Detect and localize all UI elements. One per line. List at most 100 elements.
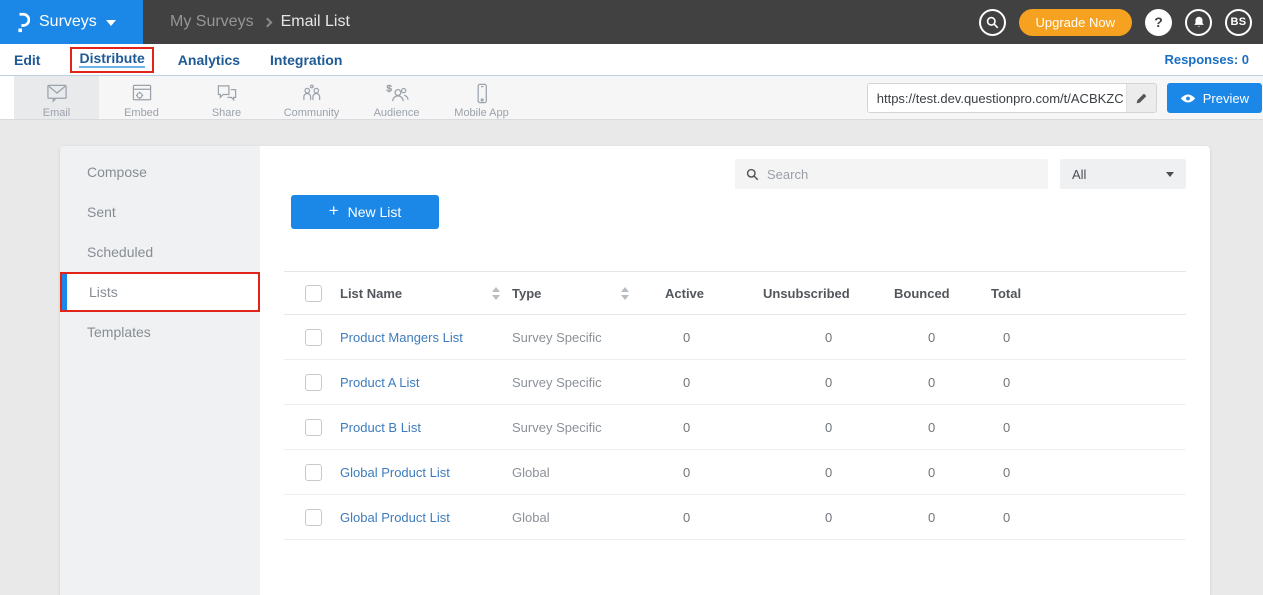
share-icon bbox=[215, 83, 239, 104]
email-lists-panel: Compose Sent Scheduled Lists Templates bbox=[60, 146, 1210, 595]
new-list-label: New List bbox=[348, 204, 402, 220]
bounced-count: 0 bbox=[894, 375, 991, 390]
list-type-filter[interactable]: All bbox=[1060, 159, 1186, 189]
list-name-link[interactable]: Product A List bbox=[340, 375, 420, 390]
sidebar-item-scheduled[interactable]: Scheduled bbox=[60, 232, 260, 272]
audience-icon: $ bbox=[384, 83, 410, 104]
sidebar-item-compose-label: Compose bbox=[87, 164, 147, 180]
breadcrumb-current: Email List bbox=[281, 13, 350, 31]
chevron-down-icon bbox=[106, 20, 116, 26]
unsubscribed-count: 0 bbox=[763, 420, 894, 435]
tool-community[interactable]: Community bbox=[269, 76, 354, 119]
bounced-count: 0 bbox=[894, 510, 991, 525]
row-checkbox[interactable] bbox=[305, 329, 322, 346]
tool-email[interactable]: Email bbox=[14, 76, 99, 119]
sidebar-item-lists[interactable]: Lists bbox=[60, 272, 260, 312]
breadcrumb-separator-icon bbox=[262, 18, 272, 28]
edit-url-button[interactable] bbox=[1126, 84, 1156, 112]
svg-text:$: $ bbox=[386, 84, 392, 95]
help-button[interactable]: ? bbox=[1145, 9, 1172, 36]
unsubscribed-count: 0 bbox=[763, 465, 894, 480]
active-count: 0 bbox=[665, 420, 763, 435]
total-count: 0 bbox=[991, 420, 1186, 435]
email-sidebar: Compose Sent Scheduled Lists Templates bbox=[60, 146, 260, 595]
user-avatar[interactable]: BS bbox=[1225, 9, 1252, 36]
search-button[interactable] bbox=[979, 9, 1006, 36]
row-checkbox[interactable] bbox=[305, 374, 322, 391]
total-count: 0 bbox=[991, 375, 1186, 390]
table-row: Product A List Survey Specific 0 0 0 0 bbox=[284, 360, 1186, 405]
select-all-checkbox[interactable] bbox=[305, 285, 322, 302]
search-input[interactable] bbox=[767, 167, 1037, 182]
tool-email-label: Email bbox=[43, 107, 71, 119]
total-count: 0 bbox=[991, 330, 1186, 345]
row-checkbox[interactable] bbox=[305, 419, 322, 436]
table-row: Product Mangers List Survey Specific 0 0… bbox=[284, 315, 1186, 360]
survey-nav-tabs: Edit Distribute Analytics Integration Re… bbox=[0, 44, 1263, 76]
tab-distribute[interactable]: Distribute bbox=[79, 50, 144, 68]
new-list-button[interactable]: + New List bbox=[291, 195, 439, 229]
top-header: Surveys My Surveys Email List Upgrade No… bbox=[0, 0, 1263, 44]
questionpro-logo-icon bbox=[15, 11, 30, 34]
distribute-annotation-box: Distribute bbox=[70, 47, 153, 73]
pencil-icon bbox=[1135, 92, 1148, 105]
product-switcher[interactable]: Surveys bbox=[0, 0, 143, 44]
active-count: 0 bbox=[665, 465, 763, 480]
list-name-link[interactable]: Product B List bbox=[340, 420, 421, 435]
tool-share[interactable]: Share bbox=[184, 76, 269, 119]
header-actions: Upgrade Now ? BS bbox=[979, 9, 1263, 36]
unsubscribed-count: 0 bbox=[763, 510, 894, 525]
list-type: Global bbox=[512, 465, 550, 480]
list-name-link[interactable]: Global Product List bbox=[340, 510, 450, 525]
mobile-app-icon bbox=[470, 83, 494, 104]
tool-embed-label: Embed bbox=[124, 107, 159, 119]
list-name-link[interactable]: Product Mangers List bbox=[340, 330, 463, 345]
email-icon bbox=[45, 83, 69, 104]
row-checkbox[interactable] bbox=[305, 464, 322, 481]
list-type-filter-value: All bbox=[1072, 167, 1086, 182]
toolbar-right-actions: Preview bbox=[867, 83, 1262, 113]
column-bounced: Bounced bbox=[894, 286, 991, 301]
column-active: Active bbox=[665, 286, 763, 301]
active-count: 0 bbox=[665, 510, 763, 525]
survey-url-input[interactable] bbox=[868, 84, 1126, 112]
active-count: 0 bbox=[665, 375, 763, 390]
column-list-name: List Name bbox=[340, 286, 402, 301]
bounced-count: 0 bbox=[894, 420, 991, 435]
search-icon bbox=[746, 168, 759, 181]
row-checkbox[interactable] bbox=[305, 509, 322, 526]
responses-count[interactable]: Responses: 0 bbox=[1164, 52, 1249, 67]
bounced-count: 0 bbox=[894, 465, 991, 480]
product-name: Surveys bbox=[39, 13, 97, 31]
tab-edit[interactable]: Edit bbox=[14, 52, 40, 68]
column-unsubscribed: Unsubscribed bbox=[763, 286, 894, 301]
sidebar-item-scheduled-label: Scheduled bbox=[87, 244, 153, 260]
bell-icon bbox=[1192, 15, 1206, 29]
upgrade-now-button[interactable]: Upgrade Now bbox=[1019, 9, 1133, 36]
sidebar-item-templates-label: Templates bbox=[87, 324, 151, 340]
survey-url-box bbox=[867, 83, 1157, 113]
tool-audience[interactable]: $ Audience bbox=[354, 76, 439, 119]
list-type: Survey Specific bbox=[512, 420, 602, 435]
tool-embed[interactable]: Embed bbox=[99, 76, 184, 119]
breadcrumb-parent[interactable]: My Surveys bbox=[170, 13, 254, 31]
tool-mobile-app[interactable]: Mobile App bbox=[439, 76, 524, 119]
sort-icon[interactable] bbox=[492, 287, 500, 300]
sidebar-item-sent[interactable]: Sent bbox=[60, 192, 260, 232]
list-type: Global bbox=[512, 510, 550, 525]
sidebar-item-templates[interactable]: Templates bbox=[60, 312, 260, 352]
lists-table: List Name Type Active Unsubscribed Bounc… bbox=[284, 271, 1186, 540]
list-name-link[interactable]: Global Product List bbox=[340, 465, 450, 480]
list-type: Survey Specific bbox=[512, 330, 602, 345]
preview-button[interactable]: Preview bbox=[1167, 83, 1262, 113]
tab-integration[interactable]: Integration bbox=[270, 52, 342, 68]
sort-icon[interactable] bbox=[621, 287, 629, 300]
tool-share-label: Share bbox=[212, 107, 241, 119]
tool-audience-label: Audience bbox=[374, 107, 420, 119]
avatar-initials: BS bbox=[1231, 16, 1247, 28]
notifications-button[interactable] bbox=[1185, 9, 1212, 36]
tab-analytics[interactable]: Analytics bbox=[178, 52, 240, 68]
search-icon bbox=[986, 16, 999, 29]
sidebar-item-compose[interactable]: Compose bbox=[60, 152, 260, 192]
tool-mobile-app-label: Mobile App bbox=[454, 107, 508, 119]
